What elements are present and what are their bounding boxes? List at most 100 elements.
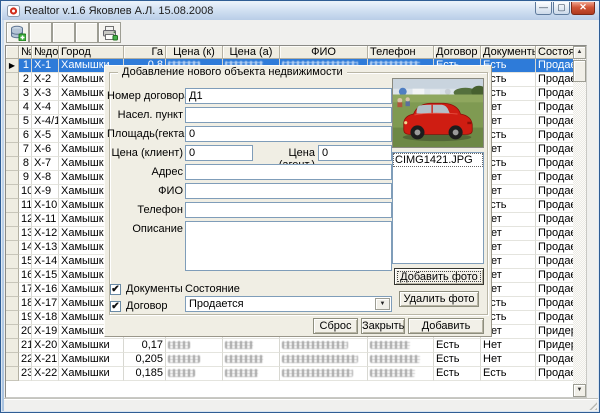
grid-cell-price_k[interactable]: [166, 353, 223, 367]
grid-cell-fio[interactable]: [280, 353, 368, 367]
toolbar-button-3[interactable]: [52, 22, 75, 43]
grid-cell-ga[interactable]: 0,185: [124, 367, 166, 381]
grid-cell-num[interactable]: 6: [19, 129, 32, 143]
photo-list[interactable]: CIMG1421.JPG: [392, 152, 484, 264]
grid-cell-num[interactable]: 12: [19, 213, 32, 227]
grid-cell-num[interactable]: 18: [19, 297, 32, 311]
grid-cell-num[interactable]: 15: [19, 255, 32, 269]
grid-cell-dog[interactable]: Х-8: [32, 171, 59, 185]
grid-cell-fio[interactable]: [280, 339, 368, 353]
grid-cell-status[interactable]: Продается: [536, 101, 574, 115]
grid-cell-num[interactable]: 4: [19, 101, 32, 115]
grid-cell-dog[interactable]: Х-18: [32, 311, 59, 325]
grid-cell-docs[interactable]: Есть: [481, 367, 536, 381]
status-combobox[interactable]: Продается ▼: [185, 296, 392, 312]
grid-cell-city[interactable]: Хамышки: [59, 339, 124, 353]
grid-cell-dog[interactable]: Х-21: [32, 353, 59, 367]
grid-cell-status[interactable]: Продается: [536, 241, 574, 255]
grid-cell-num[interactable]: 19: [19, 311, 32, 325]
delete-photo-button[interactable]: Удалить фото: [399, 291, 479, 307]
area-input[interactable]: [185, 126, 392, 142]
grid-cell-status[interactable]: Продается: [536, 311, 574, 325]
add-button[interactable]: Добавить: [408, 318, 484, 334]
grid-cell-contract[interactable]: Есть: [434, 339, 481, 353]
grid-cell-status[interactable]: Продается: [536, 213, 574, 227]
grid-column-header[interactable]: Га: [124, 46, 166, 59]
grid-cell-status[interactable]: Продается: [536, 255, 574, 269]
scroll-down-button[interactable]: ▼: [573, 384, 586, 397]
grid-cell-dog[interactable]: Х-5: [32, 129, 59, 143]
grid-cell-dog[interactable]: Х-16: [32, 283, 59, 297]
grid-cell-status[interactable]: Придержан: [536, 339, 574, 353]
grid-cell-num[interactable]: 10: [19, 185, 32, 199]
grid-cell-docs[interactable]: Нет: [481, 339, 536, 353]
grid-cell-fio[interactable]: [280, 367, 368, 381]
fio-input[interactable]: [185, 183, 392, 199]
contract-number-input[interactable]: [185, 88, 392, 104]
grid-cell-ga[interactable]: 0,17: [124, 339, 166, 353]
grid-cell-status[interactable]: Продается: [536, 353, 574, 367]
grid-cell-dog[interactable]: Х-7: [32, 157, 59, 171]
add-photo-button[interactable]: Добавить фото: [394, 268, 484, 285]
grid-cell-dog[interactable]: Х-22: [32, 367, 59, 381]
grid-cell-status[interactable]: Продается: [536, 185, 574, 199]
close-dialog-button[interactable]: Закрыть: [361, 318, 405, 334]
grid-column-header[interactable]: Документы: [481, 46, 536, 59]
grid-cell-num[interactable]: 14: [19, 241, 32, 255]
vertical-scrollbar[interactable]: ▲ ▼: [573, 46, 586, 397]
grid-cell-price_k[interactable]: [166, 339, 223, 353]
grid-cell-city[interactable]: Хамышки: [59, 353, 124, 367]
grid-cell-status[interactable]: Продается: [536, 157, 574, 171]
photo-list-item[interactable]: CIMG1421.JPG: [393, 153, 483, 167]
grid-cell-phone[interactable]: [368, 367, 434, 381]
table-row[interactable]: 23Х-22Хамышки0,185ЕстьЕстьПродается: [6, 367, 574, 381]
print-button[interactable]: [98, 22, 121, 43]
settlement-input[interactable]: [185, 107, 392, 123]
grid-cell-num[interactable]: 8: [19, 157, 32, 171]
grid-cell-dog[interactable]: Х-15: [32, 269, 59, 283]
titlebar[interactable]: Realtor v.1.6 Яковлев А.Л. 15.08.2008 — …: [2, 2, 599, 20]
grid-cell-dog[interactable]: Х-12: [32, 227, 59, 241]
phone-input[interactable]: [185, 202, 392, 218]
minimize-button[interactable]: —: [535, 2, 552, 15]
grid-cell-price_a[interactable]: [223, 353, 280, 367]
grid-cell-num[interactable]: 23: [19, 367, 32, 381]
grid-cell-status[interactable]: Продается: [536, 297, 574, 311]
grid-cell-contract[interactable]: Есть: [434, 353, 481, 367]
grid-cell-status[interactable]: Продается: [536, 143, 574, 157]
combo-dropdown-button[interactable]: ▼: [375, 298, 390, 310]
grid-cell-price_a[interactable]: [223, 367, 280, 381]
price-client-input[interactable]: [185, 145, 253, 161]
grid-cell-status[interactable]: Продается: [536, 283, 574, 297]
grid-cell-dog[interactable]: Х-2: [32, 73, 59, 87]
grid-column-header[interactable]: Состояние: [536, 46, 574, 59]
toolbar-button-4[interactable]: [75, 22, 98, 43]
close-button[interactable]: ✕: [571, 2, 595, 15]
grid-cell-phone[interactable]: [368, 353, 434, 367]
grid-cell-phone[interactable]: [368, 339, 434, 353]
grid-cell-city[interactable]: Хамышки: [59, 367, 124, 381]
reset-button[interactable]: Сброс: [313, 318, 358, 334]
grid-column-header[interactable]: ФИО: [280, 46, 368, 59]
grid-cell-num[interactable]: 5: [19, 115, 32, 129]
grid-cell-num[interactable]: 22: [19, 353, 32, 367]
grid-column-header[interactable]: №: [19, 46, 32, 59]
grid-cell-docs[interactable]: Нет: [481, 353, 536, 367]
scroll-thumb[interactable]: [573, 60, 586, 82]
grid-cell-num[interactable]: 21: [19, 339, 32, 353]
add-record-button[interactable]: [6, 22, 29, 43]
grid-cell-status[interactable]: Продается: [536, 367, 574, 381]
grid-cell-num[interactable]: 2: [19, 73, 32, 87]
description-input[interactable]: [185, 221, 392, 271]
scroll-up-button[interactable]: ▲: [573, 46, 586, 59]
grid-cell-status[interactable]: Продается: [536, 269, 574, 283]
contract-checkbox[interactable]: ✔: [110, 301, 121, 312]
grid-cell-dog[interactable]: Х-6: [32, 143, 59, 157]
grid-cell-status[interactable]: Продается: [536, 115, 574, 129]
grid-cell-status[interactable]: Продается: [536, 199, 574, 213]
documents-checkbox[interactable]: ✔: [110, 284, 121, 295]
grid-cell-status[interactable]: Продается: [536, 171, 574, 185]
table-row[interactable]: 21Х-20Хамышки0,17ЕстьНетПридержан: [6, 339, 574, 353]
grid-cell-dog[interactable]: Х-1: [32, 59, 59, 73]
grid-column-header[interactable]: Город: [59, 46, 124, 59]
